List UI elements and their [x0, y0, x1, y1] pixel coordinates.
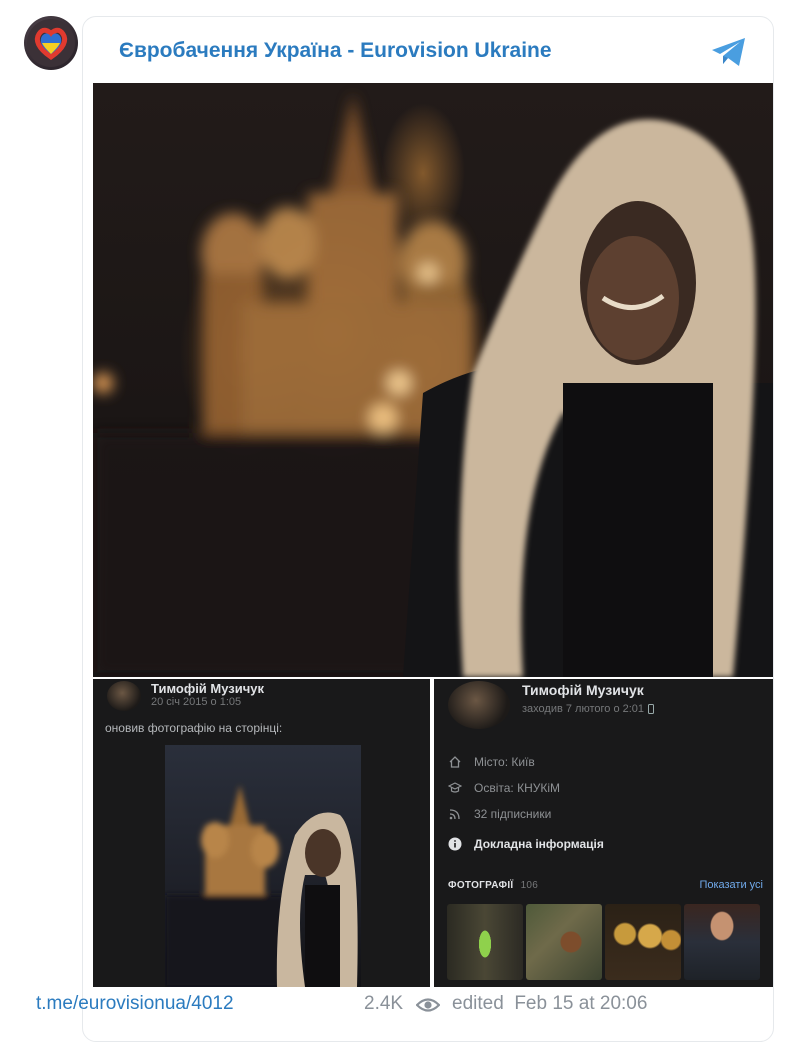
edited-timestamp: edited Feb 15 at 20:06: [452, 993, 648, 1014]
last-seen-text: заходив 7 лютого о 2:01: [522, 703, 645, 715]
photo-thumbnail[interactable]: [605, 904, 681, 980]
education-text: Освіта: КНУКіМ: [474, 781, 561, 795]
photo-thumbnail[interactable]: [526, 904, 602, 980]
eye-icon: [416, 998, 440, 1012]
city-text: Місто: Київ: [474, 755, 535, 769]
details-row[interactable]: Докладна інформація: [448, 837, 604, 851]
view-count: 2.4K: [364, 993, 404, 1014]
details-link: Докладна інформація: [474, 837, 604, 851]
city-row: Місто: Київ: [448, 755, 535, 769]
vk-profile-screenshot[interactable]: Тимофій Музичук заходив 7 лютого о 2:01 …: [434, 679, 773, 987]
heart-logo-icon: [27, 19, 75, 67]
channel-avatar[interactable]: [24, 16, 78, 70]
avatar: [448, 681, 510, 729]
show-all-link[interactable]: Показати усі: [699, 879, 763, 891]
avatar: [107, 681, 141, 711]
home-icon: [449, 756, 461, 768]
followers-text: 32 підписники: [474, 807, 552, 821]
post-link[interactable]: t.me/eurovisionua/4012: [36, 993, 234, 1015]
profile-name: Тимофій Музичук: [522, 682, 644, 698]
post-photo: [165, 745, 361, 987]
telegram-post-card: Євробачення Україна - Eurovision Ukraine: [82, 16, 774, 1042]
post-text: оновив фотографію на сторінці:: [105, 721, 283, 735]
photo-scene: [93, 93, 773, 677]
education-row: Освіта: КНУКіМ: [448, 781, 560, 795]
telegram-icon[interactable]: [709, 35, 749, 69]
photos-count: 106: [520, 880, 539, 891]
main-photo[interactable]: [93, 83, 773, 677]
followers-row[interactable]: 32 підписники: [448, 807, 551, 821]
graduation-cap-icon: [448, 782, 462, 793]
vk-post-screenshot[interactable]: Тимофій Музичук 20 січ 2015 о 1:05 онови…: [93, 679, 430, 987]
phone-icon: [648, 704, 655, 714]
channel-title[interactable]: Євробачення Україна - Eurovision Ukraine: [119, 39, 552, 63]
info-icon: [448, 837, 462, 851]
rss-icon: [449, 809, 460, 820]
post-author-name: Тимофій Музичук: [151, 681, 265, 696]
photos-heading: ФОТОГРАФІЇ 106: [448, 880, 538, 891]
last-seen: заходив 7 лютого о 2:01: [522, 703, 655, 715]
person-figure: [403, 119, 773, 677]
post-date: 20 січ 2015 о 1:05: [151, 696, 242, 708]
photo-thumbnail[interactable]: [684, 904, 760, 980]
photos-label: ФОТОГРАФІЇ: [448, 880, 514, 891]
photo-thumbnail[interactable]: [447, 904, 523, 980]
divider: [83, 989, 773, 990]
